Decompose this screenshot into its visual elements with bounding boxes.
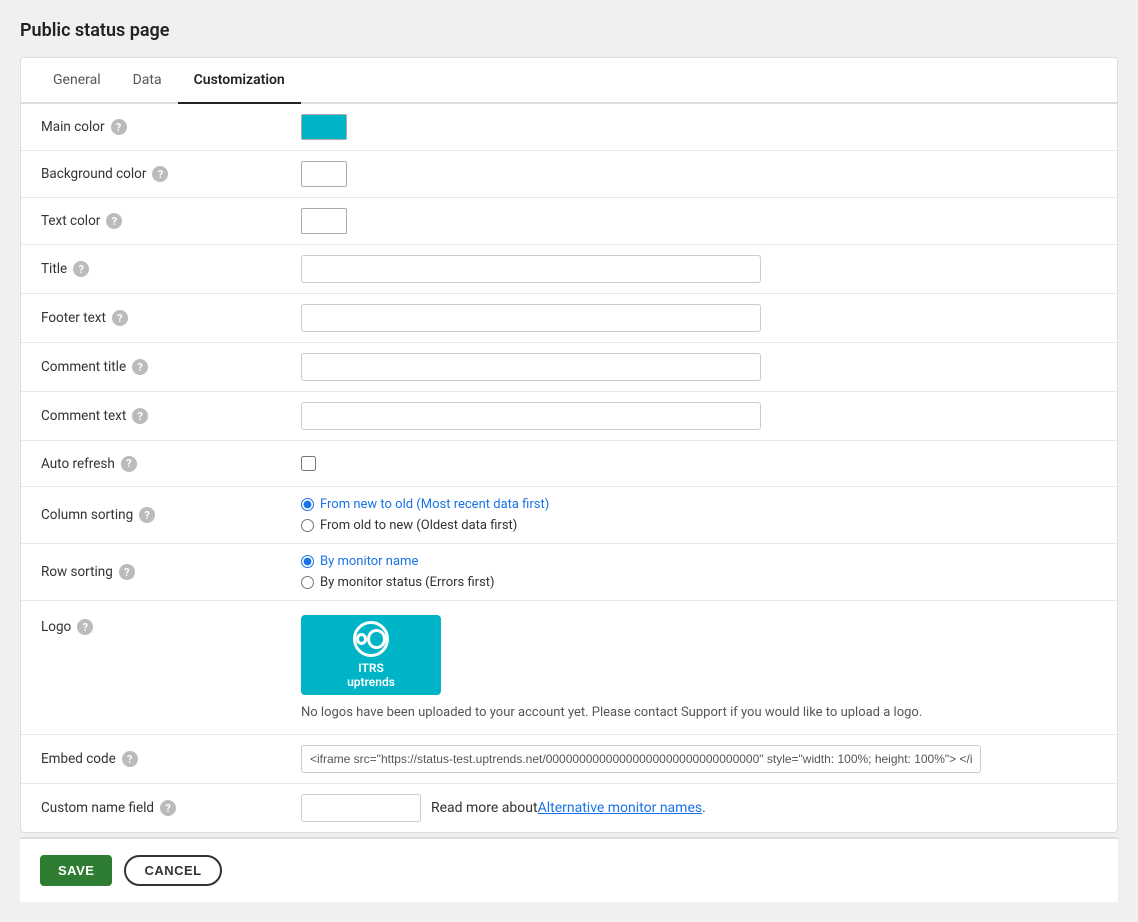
logo-area: ITRSuptrends No logos have been uploaded… [301, 615, 922, 720]
title-help-icon[interactable]: ? [73, 261, 89, 277]
footer-text-control [301, 304, 1097, 332]
logo-help-icon[interactable]: ? [77, 619, 93, 635]
embed-code-input[interactable] [301, 745, 981, 773]
row-sorting-option-by-status[interactable]: By monitor status (Errors first) [301, 575, 495, 590]
save-button[interactable]: SAVE [40, 855, 112, 886]
column-sorting-control: From new to old (Most recent data first)… [301, 497, 1097, 533]
main-color-control [301, 114, 1097, 140]
footer-text-row: Footer text ? [21, 294, 1117, 343]
custom-name-field-control: Read more about Alternative monitor name… [301, 794, 1097, 822]
main-color-label: Main color ? [41, 119, 301, 135]
footer-text-help-icon[interactable]: ? [112, 310, 128, 326]
comment-text-label: Comment text ? [41, 408, 301, 424]
logo-control: ITRSuptrends No logos have been uploaded… [301, 615, 1097, 720]
embed-code-control [301, 745, 1097, 773]
cancel-button[interactable]: CANCEL [124, 855, 221, 886]
main-color-swatch[interactable] [301, 114, 347, 140]
text-color-label: Text color ? [41, 213, 301, 229]
tab-data[interactable]: Data [117, 58, 178, 104]
row-sorting-option-by-name[interactable]: By monitor name [301, 554, 495, 569]
custom-name-field-input[interactable] [301, 794, 421, 822]
title-row: Title ? [21, 245, 1117, 294]
logo-brand-icon [353, 621, 389, 657]
row-sorting-radio-group: By monitor name By monitor status (Error… [301, 554, 495, 590]
auto-refresh-checkbox[interactable] [301, 456, 316, 471]
background-color-help-icon[interactable]: ? [152, 166, 168, 182]
row-sorting-radio-by-name[interactable] [301, 555, 314, 568]
row-sorting-help-icon[interactable]: ? [119, 564, 135, 580]
auto-refresh-help-icon[interactable]: ? [121, 456, 137, 472]
title-label: Title ? [41, 261, 301, 277]
row-sorting-control: By monitor name By monitor status (Error… [301, 554, 1097, 590]
title-control [301, 255, 1097, 283]
text-color-swatch[interactable] [301, 208, 347, 234]
comment-title-input[interactable] [301, 353, 761, 381]
custom-name-field-row: Custom name field ? Read more about Alte… [21, 784, 1117, 832]
main-color-row: Main color ? [21, 104, 1117, 151]
logo-note: No logos have been uploaded to your acco… [301, 705, 922, 720]
column-sorting-label: Column sorting ? [41, 507, 301, 523]
logo-row: Logo ? ITRSuptrends No logos have been u… [21, 601, 1117, 735]
auto-refresh-row: Auto refresh ? [21, 441, 1117, 487]
row-sorting-radio-by-status[interactable] [301, 576, 314, 589]
row-sorting-row: Row sorting ? By monitor name By monitor… [21, 544, 1117, 601]
column-sorting-option-new-to-old[interactable]: From new to old (Most recent data first) [301, 497, 549, 512]
custom-name-field-prefix-text: Read more about [431, 800, 538, 816]
logo-preview[interactable]: ITRSuptrends [301, 615, 441, 695]
column-sorting-row: Column sorting ? From new to old (Most r… [21, 487, 1117, 544]
comment-title-label: Comment title ? [41, 359, 301, 375]
logo-label: Logo ? [41, 615, 301, 635]
tabs-bar: General Data Customization [21, 58, 1117, 104]
background-color-control [301, 161, 1097, 187]
text-color-help-icon[interactable]: ? [106, 213, 122, 229]
column-sorting-help-icon[interactable]: ? [139, 507, 155, 523]
auto-refresh-label: Auto refresh ? [41, 456, 301, 472]
column-sorting-radio-new-to-old[interactable] [301, 498, 314, 511]
background-color-row: Background color ? [21, 151, 1117, 198]
main-color-help-icon[interactable]: ? [111, 119, 127, 135]
form-body: Main color ? Background color ? [21, 104, 1117, 832]
comment-title-help-icon[interactable]: ? [132, 359, 148, 375]
alternative-monitor-names-link[interactable]: Alternative monitor names [538, 800, 703, 816]
auto-refresh-control [301, 456, 1097, 471]
footer-text-input[interactable] [301, 304, 761, 332]
comment-title-row: Comment title ? [21, 343, 1117, 392]
embed-code-label: Embed code ? [41, 751, 301, 767]
comment-text-input[interactable] [301, 402, 761, 430]
comment-text-help-icon[interactable]: ? [132, 408, 148, 424]
column-sorting-option-old-to-new[interactable]: From old to new (Oldest data first) [301, 518, 549, 533]
column-sorting-radio-group: From new to old (Most recent data first)… [301, 497, 549, 533]
comment-title-control [301, 353, 1097, 381]
embed-code-row: Embed code ? [21, 735, 1117, 784]
custom-name-field-label: Custom name field ? [41, 800, 301, 816]
comment-text-control [301, 402, 1097, 430]
tab-customization[interactable]: Customization [178, 58, 301, 104]
text-color-control [301, 208, 1097, 234]
background-color-label: Background color ? [41, 166, 301, 182]
custom-name-field-help-icon[interactable]: ? [160, 800, 176, 816]
logo-brand-text: ITRSuptrends [347, 661, 395, 690]
footer-bar: SAVE CANCEL [20, 837, 1118, 902]
comment-text-row: Comment text ? [21, 392, 1117, 441]
text-color-row: Text color ? [21, 198, 1117, 245]
row-sorting-label: Row sorting ? [41, 564, 301, 580]
footer-text-label: Footer text ? [41, 310, 301, 326]
background-color-swatch[interactable] [301, 161, 347, 187]
page-title: Public status page [20, 20, 1118, 41]
embed-code-help-icon[interactable]: ? [122, 751, 138, 767]
custom-name-field-suffix-text: . [702, 800, 706, 816]
title-input[interactable] [301, 255, 761, 283]
tab-general[interactable]: General [37, 58, 117, 104]
column-sorting-radio-old-to-new[interactable] [301, 519, 314, 532]
